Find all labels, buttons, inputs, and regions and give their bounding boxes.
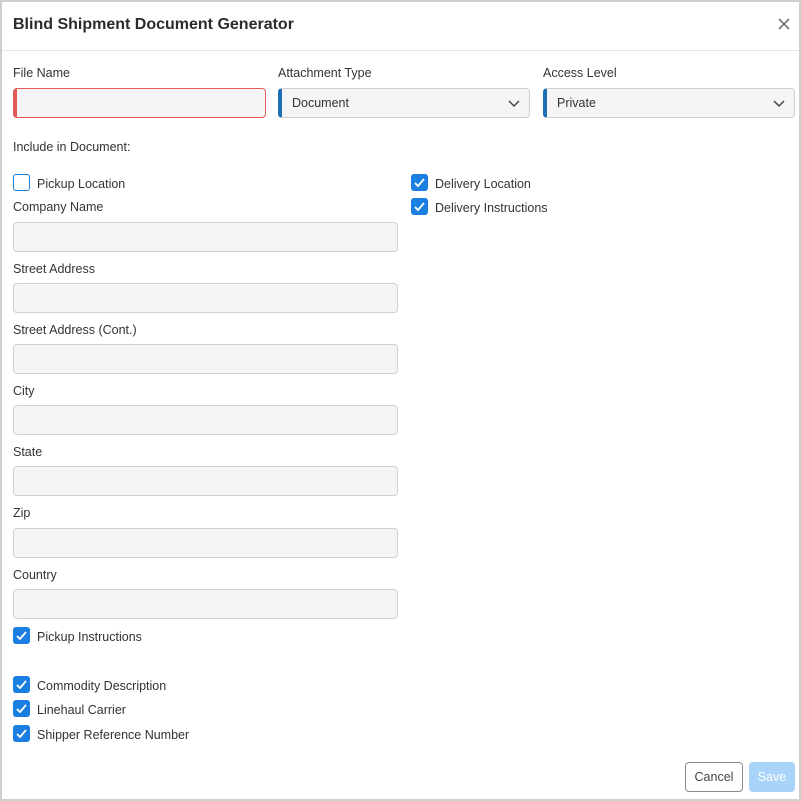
attachment-type-select[interactable]: Document: [278, 88, 530, 118]
checkmark-icon: [16, 729, 27, 739]
dialog-header: Blind Shipment Document Generator: [2, 2, 799, 51]
chevron-down-icon: [507, 97, 521, 111]
checkmark-icon: [16, 680, 27, 690]
country-label: Country: [13, 568, 57, 582]
country-input[interactable]: [13, 589, 398, 619]
access-level-label: Access Level: [543, 66, 617, 80]
delivery-location-label: Delivery Location: [435, 177, 531, 191]
cancel-button[interactable]: Cancel: [685, 762, 743, 792]
dialog-title: Blind Shipment Document Generator: [13, 16, 294, 33]
access-level-value: Private: [557, 96, 596, 110]
delivery-location-checkbox[interactable]: [411, 174, 428, 191]
file-name-input[interactable]: [13, 88, 266, 118]
save-button[interactable]: Save: [749, 762, 795, 792]
pickup-instructions-checkbox[interactable]: [13, 627, 30, 644]
state-label: State: [13, 445, 43, 459]
checkmark-icon: [414, 202, 425, 212]
zip-label: Zip: [13, 506, 31, 520]
linehaul-carrier-label: Linehaul Carrier: [37, 703, 126, 717]
delivery-instructions-checkbox[interactable]: [411, 198, 428, 215]
company-name-input[interactable]: [13, 222, 398, 252]
linehaul-carrier-checkbox[interactable]: [13, 700, 30, 717]
commodity-description-checkbox[interactable]: [13, 676, 30, 693]
close-icon[interactable]: [774, 14, 794, 34]
shipper-reference-number-checkbox[interactable]: [13, 725, 30, 742]
access-level-select[interactable]: Private: [543, 88, 795, 118]
street-address-cont-input[interactable]: [13, 344, 398, 374]
state-input[interactable]: [13, 466, 398, 496]
chevron-down-icon: [772, 97, 786, 111]
company-name-label: Company Name: [13, 200, 104, 214]
file-name-label: File Name: [13, 66, 70, 80]
attachment-type-label: Attachment Type: [278, 66, 372, 80]
include-in-document-label: Include in Document:: [13, 140, 131, 154]
checkmark-icon: [414, 178, 425, 188]
checkmark-icon: [16, 631, 27, 641]
shipper-reference-number-label: Shipper Reference Number: [37, 728, 190, 742]
street-address-label: Street Address: [13, 262, 95, 276]
attachment-type-value: Document: [292, 96, 349, 110]
pickup-instructions-label: Pickup Instructions: [37, 630, 142, 644]
street-address-input[interactable]: [13, 283, 398, 313]
zip-input[interactable]: [13, 528, 398, 558]
street-address-cont-label: Street Address (Cont.): [13, 323, 137, 337]
pickup-location-label: Pickup Location: [37, 177, 126, 191]
pickup-location-checkbox[interactable]: [13, 174, 30, 191]
city-label: City: [13, 384, 35, 398]
document-generator-dialog: Blind Shipment Document Generator File N…: [0, 0, 801, 801]
city-input[interactable]: [13, 405, 398, 435]
checkmark-icon: [16, 704, 27, 714]
commodity-description-label: Commodity Description: [37, 679, 167, 693]
delivery-instructions-label: Delivery Instructions: [435, 201, 548, 215]
